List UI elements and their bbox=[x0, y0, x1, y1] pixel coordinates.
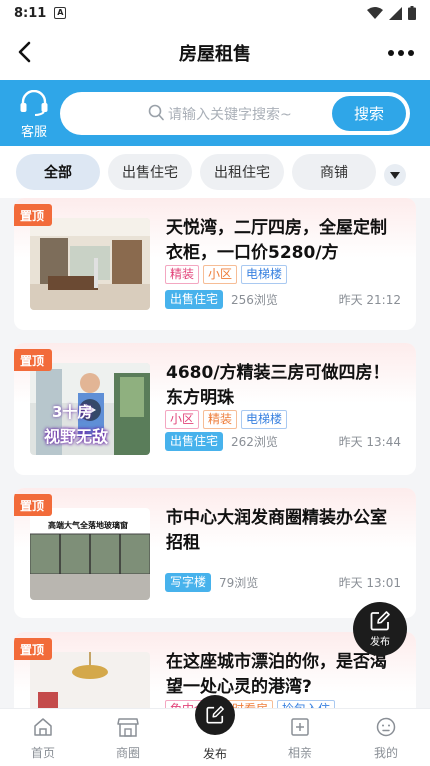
back-button[interactable] bbox=[10, 38, 38, 66]
home-icon bbox=[34, 718, 52, 736]
tab-all[interactable]: 全部 bbox=[16, 154, 100, 190]
search-input[interactable]: 请输入关键字搜索~ 搜索 bbox=[60, 92, 410, 135]
thumbnail-caption: 高端大气全落地玻璃窗 bbox=[48, 521, 128, 530]
listing-meta: 出售住宅 262浏览 昨天 13:44 bbox=[165, 431, 401, 451]
customer-service-button[interactable]: 客服 bbox=[12, 89, 56, 140]
nav-dating[interactable]: 相亲 bbox=[270, 717, 330, 761]
post-time: 昨天 13:44 bbox=[338, 434, 401, 449]
pinned-badge: 置顶 bbox=[14, 204, 52, 226]
search-icon bbox=[148, 104, 164, 121]
status-time: 8:11 bbox=[14, 5, 47, 21]
listing-thumbnail: 高端大气全落地玻璃窗 bbox=[30, 508, 150, 600]
listing-type-badge: 出售住宅 bbox=[165, 431, 224, 451]
post-time: 昨天 21:12 bbox=[338, 292, 401, 307]
thumbnail-caption: 视野无敌 bbox=[44, 427, 109, 446]
tag: 小区 bbox=[203, 265, 238, 284]
search-button[interactable]: 搜索 bbox=[332, 96, 406, 131]
battery-icon bbox=[408, 6, 416, 20]
search-placeholder: 请输入关键字搜索~ bbox=[168, 107, 292, 123]
nav-home[interactable]: 首页 bbox=[13, 717, 73, 761]
listing-card[interactable]: 置顶 天悦湾，二厅四房，全屋定制衣柜，一口价5280/方 精装 小区 电梯楼 出… bbox=[14, 198, 416, 330]
tag: 电梯楼 bbox=[241, 410, 288, 429]
nav-label: 发布 bbox=[202, 747, 227, 761]
tab-rent-residence[interactable]: 出租住宅 bbox=[200, 154, 284, 190]
search-band: 客服 请输入关键字搜索~ 搜索 bbox=[0, 80, 430, 146]
tag: 小区 bbox=[165, 410, 200, 429]
notification-icon: A bbox=[54, 7, 67, 19]
tab-shop[interactable]: 商铺 bbox=[292, 154, 376, 190]
wifi-icon bbox=[367, 7, 383, 19]
face-icon bbox=[376, 717, 396, 737]
edit-icon bbox=[206, 706, 224, 724]
store-icon bbox=[117, 718, 139, 737]
listing-meta: 出售住宅 256浏览 昨天 21:12 bbox=[165, 289, 401, 309]
listing-tags: 精装 小区 电梯楼 bbox=[165, 265, 288, 284]
nav-label: 商圈 bbox=[115, 746, 140, 760]
listing-title: 在这座城市漂泊的你，是否渴望一处心灵的港湾? bbox=[166, 652, 387, 697]
more-dots-icon bbox=[388, 50, 414, 56]
listing-title: 4680/方精装三房可做四房！东方明珠 bbox=[166, 363, 390, 408]
nav-publish-button[interactable] bbox=[195, 695, 235, 735]
category-tabs: 全部 出售住宅 出租住宅 商铺 bbox=[0, 146, 430, 198]
back-arrow-icon bbox=[18, 41, 31, 63]
expand-tabs-button[interactable] bbox=[384, 164, 406, 186]
more-button[interactable] bbox=[386, 39, 416, 67]
tag: 精装 bbox=[203, 410, 238, 429]
view-count: 256浏览 bbox=[231, 292, 278, 307]
app-header: 房屋租售 bbox=[0, 26, 430, 80]
listing-thumbnail bbox=[30, 218, 150, 310]
status-icons bbox=[367, 6, 416, 20]
listing-thumbnail: 3十房 视野无敌 bbox=[30, 363, 150, 455]
listing-type-badge: 写字楼 bbox=[165, 572, 212, 592]
post-time: 昨天 13:01 bbox=[338, 575, 401, 590]
tab-sale-residence[interactable]: 出售住宅 bbox=[108, 154, 192, 190]
nav-label: 首页 bbox=[30, 746, 55, 760]
tag: 电梯楼 bbox=[241, 265, 288, 284]
listing-meta: 写字楼 79浏览 昨天 13:01 bbox=[165, 572, 401, 592]
signal-icon bbox=[389, 6, 402, 20]
customer-service-label: 客服 bbox=[20, 125, 47, 140]
page-title: 房屋租售 bbox=[179, 44, 251, 65]
pinned-badge: 置顶 bbox=[14, 494, 52, 516]
floating-publish-button[interactable]: 发布 bbox=[353, 602, 407, 656]
listing-card[interactable]: 置顶 高端大气全落地玻璃窗 市中心大润发商圈精装办公室招租 写字楼 79浏览 昨… bbox=[14, 488, 416, 618]
status-bar: 8:11 A bbox=[0, 0, 430, 26]
pinned-badge: 置顶 bbox=[14, 638, 52, 660]
floating-publish-label: 发布 bbox=[370, 637, 390, 648]
view-count: 79浏览 bbox=[219, 575, 259, 590]
edit-icon bbox=[370, 611, 390, 631]
nav-profile[interactable]: 我的 bbox=[356, 717, 416, 761]
nav-label: 我的 bbox=[373, 746, 398, 760]
bottom-nav: 首页 商圈 发布 相亲 我的 bbox=[0, 695, 430, 766]
view-count: 262浏览 bbox=[231, 434, 278, 449]
listing-tags: 小区 精装 电梯楼 bbox=[165, 410, 288, 429]
listing-title: 市中心大润发商圈精装办公室招租 bbox=[166, 508, 387, 553]
pinned-badge: 置顶 bbox=[14, 349, 52, 371]
plus-square-icon bbox=[291, 718, 309, 736]
nav-label: 相亲 bbox=[287, 746, 312, 760]
thumbnail-caption: 3十房 bbox=[52, 403, 93, 421]
listing-card[interactable]: 置顶 3十房 视野无敌 4680/方精装三房可做四房！东方明珠 小区 精装 电梯… bbox=[14, 343, 416, 475]
nav-business-district[interactable]: 商圈 bbox=[98, 717, 158, 761]
headset-icon bbox=[20, 89, 48, 116]
tag: 精装 bbox=[165, 265, 200, 284]
listing-type-badge: 出售住宅 bbox=[165, 289, 224, 309]
listing-title: 天悦湾，二厅四房，全屋定制衣柜，一口价5280/方 bbox=[166, 218, 387, 263]
triangle-down-icon bbox=[390, 171, 400, 179]
